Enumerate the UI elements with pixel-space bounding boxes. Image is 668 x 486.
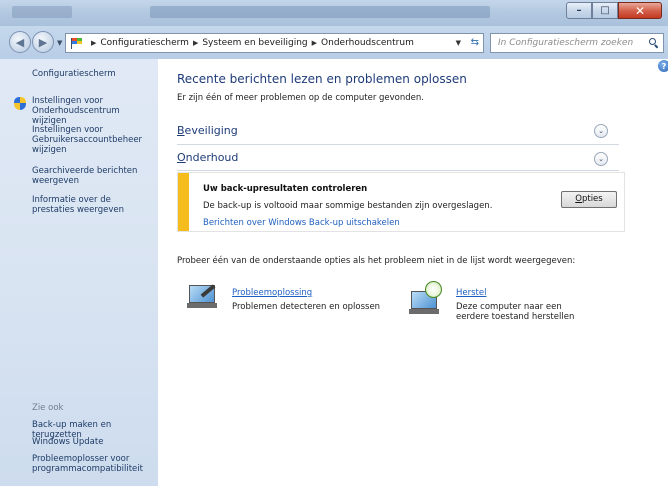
page-title: Recente berichten lezen en problemen opl… [177,72,467,86]
sidebar-item-action-center-settings[interactable]: Instellingen voor Onderhoudscentrum wijz… [32,96,154,126]
breadcrumb-separator[interactable]: ▶ [312,39,317,47]
address-bar[interactable]: ▶ Configuratiescherm ▶ Systeem en beveil… [65,33,484,53]
section-maintenance-header[interactable]: Onderhoud [177,151,238,164]
recovery-icon[interactable] [409,281,445,315]
minimize-button[interactable]: – [566,2,592,19]
disable-backup-messages-link[interactable]: Berichten over Windows Back-up uitschake… [203,218,400,228]
search-icon[interactable] [649,38,659,49]
options-button-label: pties [581,194,603,204]
see-also-heading: Zie ook [32,403,64,413]
search-input[interactable]: In Configuratiescherm zoeken [490,33,664,53]
close-button[interactable]: ✕ [618,2,662,19]
section-maintenance-chevron-down-icon[interactable]: ⌄ [594,152,608,166]
accesskey-letter: O [177,151,186,164]
section-divider [177,144,619,145]
troubleshooting-link[interactable]: Probleemoplossing [232,288,312,298]
window-controls: – □ ✕ [566,2,662,20]
options-button[interactable]: Opties [561,191,617,208]
address-row: ◀ ▶ ▼ ▶ Configuratiescherm ▶ Systeem en … [0,26,668,59]
alert-text: De back-up is voltooid maar sommige best… [203,201,493,211]
breadcrumb-separator[interactable]: ▶ [193,39,198,47]
troubleshooting-icon[interactable] [186,283,220,313]
alert-title: Uw back-upresultaten controleren [203,184,368,194]
sidebar-link-windows-update[interactable]: Windows Update [32,437,156,447]
troubleshooting-description: Problemen detecteren en oplossen [232,302,381,312]
section-security-label: eveiliging [184,124,238,137]
forward-button[interactable]: ▶ [32,31,54,53]
uac-shield-icon [14,97,26,110]
breadcrumb-control-panel[interactable]: Configuratiescherm [100,38,189,48]
refresh-icon[interactable]: ⇆ [471,37,479,48]
breadcrumb-separator[interactable]: ▶ [91,39,96,47]
section-divider [177,170,619,171]
sidebar-item-archived-messages[interactable]: Gearchiveerde berichten weergeven [32,166,150,186]
maximize-button[interactable]: □ [592,2,618,19]
accesskey-letter: O [575,194,582,204]
address-dropdown-button[interactable]: ▼ [456,39,461,47]
backup-alert-message: Uw back-upresultaten controleren De back… [177,172,625,232]
blurred-taskbar-area [150,6,490,18]
help-icon[interactable]: ? [658,60,668,72]
sidebar-item-performance-info[interactable]: Informatie over de prestaties weergeven [32,195,154,215]
breadcrumb-action-center[interactable]: Onderhoudscentrum [321,38,414,48]
breadcrumb-system-security[interactable]: Systeem en beveiliging [202,38,307,48]
search-placeholder: In Configuratiescherm zoeken [498,38,634,48]
action-center-flag-icon [70,37,83,49]
sidebar-link-compatibility-troubleshooter[interactable]: Probleemoplosser voor programmacompatibi… [32,454,152,474]
back-button[interactable]: ◀ [9,31,31,53]
warning-severity-bar [178,173,189,231]
section-security-header[interactable]: Beveiliging [177,124,238,137]
accesskey-letter: B [177,124,185,137]
recent-pages-dropdown[interactable]: ▼ [57,39,62,47]
sidebar-item-uac-settings[interactable]: Instellingen voor Gebruikersaccountbehee… [32,125,150,155]
sidebar-home-link[interactable]: Configuratiescherm [32,69,116,79]
help-instructions: Probeer één van de onderstaande opties a… [177,256,576,266]
section-maintenance-label: nderhoud [185,151,239,164]
blurred-taskbar-area [12,6,72,18]
page-subtitle: Er zijn één of meer problemen op de comp… [177,93,424,103]
recovery-link[interactable]: Herstel [456,288,486,298]
recovery-description: Deze computer naar een eerdere toestand … [456,302,575,322]
section-security-chevron-down-icon[interactable]: ⌄ [594,124,608,138]
